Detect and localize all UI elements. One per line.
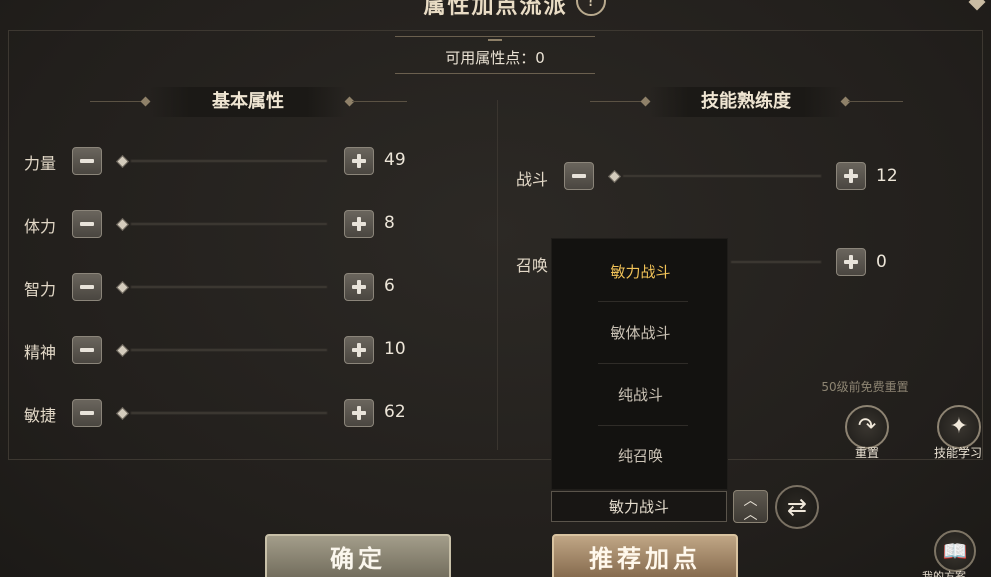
decrease-button[interactable] (72, 210, 102, 238)
stat-label: 敏捷 (24, 406, 57, 425)
slider-track[interactable] (130, 348, 328, 352)
basic-attributes-title: 基本属性 (150, 87, 346, 117)
increase-button[interactable] (836, 248, 866, 276)
stat-value: 49 (384, 150, 406, 170)
decrease-button[interactable] (72, 273, 102, 301)
title-bar: 属性加点流派 ? (0, 0, 991, 26)
increase-button[interactable] (836, 162, 866, 190)
stat-value: 62 (384, 402, 406, 422)
slider-track[interactable] (130, 411, 328, 415)
confirm-button[interactable]: 确定 (265, 534, 451, 577)
redo-arrow-icon[interactable]: ↷ (845, 405, 889, 449)
double-chevron-up-icon[interactable]: ︿ ︿ (733, 490, 768, 523)
stat-value: 12 (876, 166, 898, 186)
available-points: 可用属性点：0 (395, 36, 595, 74)
decrease-button[interactable] (72, 147, 102, 175)
stat-label: 召唤 (516, 256, 549, 275)
book-icon[interactable]: 📖 (934, 530, 976, 572)
column-divider (497, 100, 498, 450)
slider-track[interactable] (622, 174, 822, 178)
slider-track[interactable] (130, 159, 328, 163)
increase-button[interactable] (344, 399, 374, 427)
window-title: 属性加点流派 (423, 0, 568, 19)
stat-label: 智力 (24, 280, 57, 299)
build-dropdown-list: 敏力战斗 敏体战斗 纯战斗 纯召唤 (551, 238, 728, 490)
build-select[interactable]: 敏力战斗 (551, 491, 727, 522)
slider-track[interactable] (730, 260, 822, 264)
slider-track[interactable] (130, 285, 328, 289)
decrease-button[interactable] (72, 336, 102, 364)
flame-skill-icon[interactable]: ✦ (937, 405, 981, 449)
stat-value: 8 (384, 213, 395, 233)
slider-track[interactable] (130, 222, 328, 226)
increase-button[interactable] (344, 336, 374, 364)
stat-label: 力量 (24, 154, 57, 173)
dropdown-option[interactable]: 敏体战斗 (552, 302, 729, 364)
stat-value: 0 (876, 252, 887, 272)
stat-label: 体力 (24, 217, 57, 236)
free-reset-note: 50级前免费重置 (821, 380, 909, 394)
dropdown-option[interactable]: 纯战斗 (552, 364, 729, 426)
my-solution-label[interactable]: 我的方案 (922, 568, 991, 577)
recommend-button[interactable]: 推荐加点 (552, 534, 738, 577)
increase-button[interactable] (344, 273, 374, 301)
divider (352, 101, 407, 102)
increase-button[interactable] (344, 210, 374, 238)
skill-proficiency-title: 技能熟练度 (650, 87, 842, 117)
stat-value: 6 (384, 276, 395, 296)
dropdown-option[interactable]: 敏力战斗 (552, 241, 729, 303)
reset-label[interactable]: 重置 (832, 444, 902, 461)
dropdown-option[interactable]: 纯召唤 (552, 425, 729, 487)
swap-arrows-icon[interactable]: ⇄ (775, 485, 819, 529)
divider (848, 101, 903, 102)
increase-button[interactable] (344, 147, 374, 175)
stat-label: 战斗 (516, 170, 549, 189)
decrease-button[interactable] (72, 399, 102, 427)
decrease-button[interactable] (564, 162, 594, 190)
stat-label: 精神 (24, 343, 57, 362)
skill-learn-label[interactable]: 技能学习 (923, 444, 991, 461)
stat-value: 10 (384, 339, 406, 359)
